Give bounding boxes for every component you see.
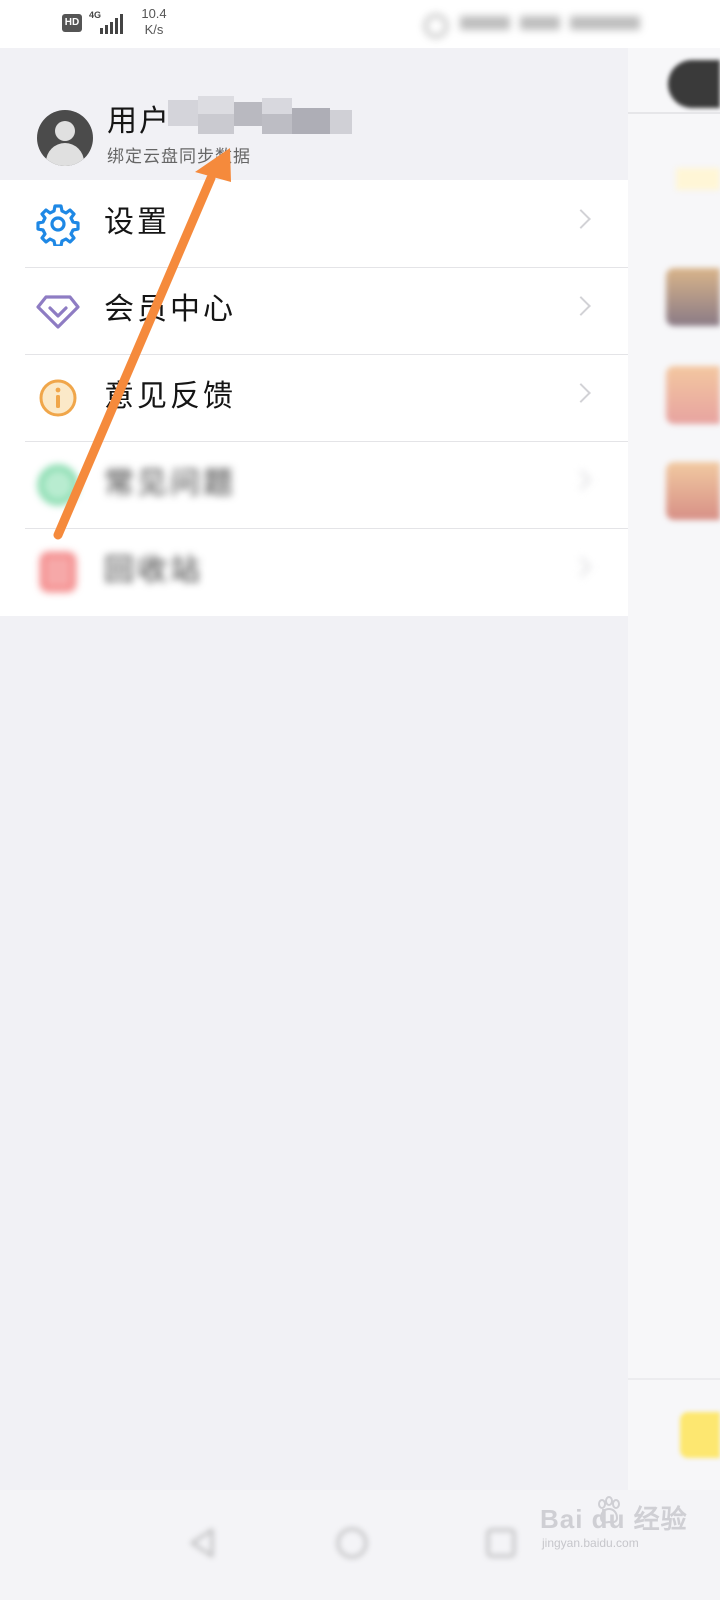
main-screen-fab[interactable]	[680, 1412, 720, 1458]
chevron-right-icon	[571, 296, 591, 316]
chevron-right-icon	[571, 557, 591, 577]
avatar-head	[55, 121, 75, 141]
recents-icon[interactable]	[482, 1524, 520, 1562]
status-icons-blurred	[424, 14, 644, 38]
username[interactable]: 用户	[107, 104, 171, 140]
menu-item-label: 常见问题	[104, 466, 236, 501]
alarm-icon	[424, 14, 448, 38]
network-speed-unit: K/s	[144, 22, 164, 37]
hd-voice-badge: HD	[62, 14, 82, 32]
avatar-body	[46, 143, 84, 166]
menu-item-feedback[interactable]: 意见反馈	[0, 354, 628, 441]
baidu-jingyan-watermark: Bai du 经验 jingyan.baidu.com	[540, 1496, 710, 1560]
chevron-right-icon	[571, 209, 591, 229]
main-screen-chip	[676, 168, 720, 190]
chevron-right-icon	[571, 470, 591, 490]
network-speed: 10.4 K/s	[134, 6, 174, 38]
menu-item-faq[interactable]: 常见问题	[0, 441, 628, 528]
back-icon[interactable]	[184, 1524, 222, 1562]
menu-item-recycle-bin[interactable]: 回收站	[0, 528, 628, 615]
menu-item-vip-center[interactable]: 会员中心	[0, 267, 628, 354]
drawer-menu: 设置 会员中心 意见反馈 常见问题 回收站	[0, 180, 628, 616]
network-speed-value: 10.4	[141, 6, 167, 21]
menu-item-label: 回收站	[104, 553, 203, 588]
username-redaction	[168, 96, 354, 144]
trash-icon	[40, 552, 76, 592]
gear-icon	[36, 204, 80, 246]
diamond-icon	[36, 295, 80, 329]
info-icon	[39, 379, 77, 417]
help-icon	[38, 465, 78, 505]
profile-header[interactable]: 用户 绑定云盘同步数据	[0, 48, 628, 180]
menu-item-label: 意见反馈	[104, 379, 236, 414]
main-screen-divider	[628, 112, 720, 114]
chevron-right-icon	[571, 383, 591, 403]
home-icon[interactable]	[333, 1524, 371, 1562]
main-screen-thumbnail	[666, 268, 720, 326]
menu-item-settings[interactable]: 设置	[0, 180, 628, 267]
profile-subtitle[interactable]: 绑定云盘同步数据	[107, 146, 251, 168]
menu-item-label: 会员中心	[104, 292, 236, 327]
status-bar: HD 4G 10.4 K/s	[0, 0, 720, 48]
signal-strength-icon	[98, 12, 126, 34]
watermark-brand: Bai du 经验	[540, 1504, 688, 1534]
main-screen-thumbnail	[666, 366, 720, 424]
main-screen-thumbnail	[666, 462, 720, 520]
main-screen-divider	[628, 1378, 720, 1380]
menu-item-label: 设置	[104, 205, 170, 240]
side-drawer: 用户 绑定云盘同步数据 设置 会员中心 意见反馈 常见问题 回收站	[0, 48, 628, 1600]
avatar[interactable]	[37, 110, 93, 166]
main-screen-avatar	[668, 60, 720, 108]
watermark-url: jingyan.baidu.com	[542, 1536, 639, 1550]
